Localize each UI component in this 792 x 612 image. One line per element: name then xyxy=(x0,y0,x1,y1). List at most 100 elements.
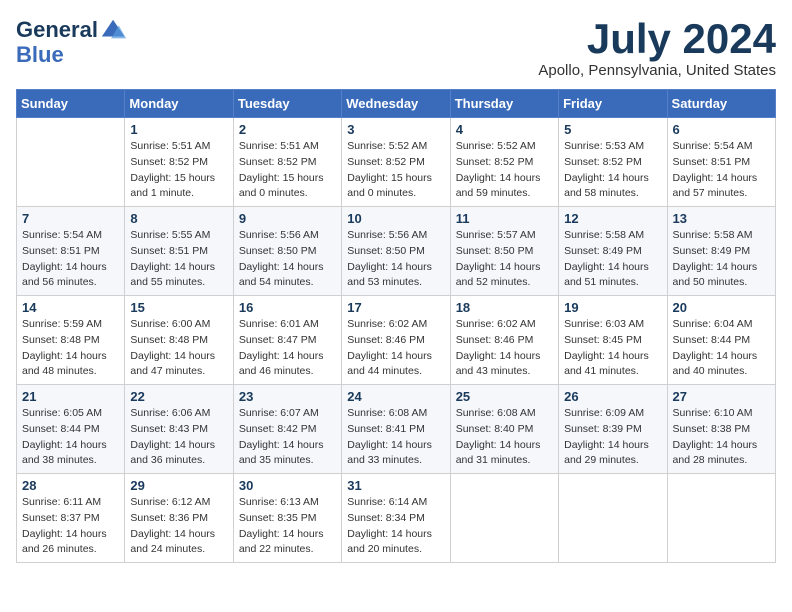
calendar-table: Sunday Monday Tuesday Wednesday Thursday… xyxy=(16,89,776,563)
day-number: 13 xyxy=(673,211,770,226)
days-header-row: Sunday Monday Tuesday Wednesday Thursday… xyxy=(17,90,776,118)
day-number: 12 xyxy=(564,211,661,226)
day-number: 1 xyxy=(130,122,227,137)
day-number: 15 xyxy=(130,300,227,315)
cell-info: Sunrise: 5:57 AMSunset: 8:50 PMDaylight:… xyxy=(456,228,553,291)
logo: General Blue xyxy=(16,16,128,68)
header-sunday: Sunday xyxy=(17,90,125,118)
day-number: 26 xyxy=(564,389,661,404)
table-row: 16 Sunrise: 6:01 AMSunset: 8:47 PMDayligh… xyxy=(233,296,341,385)
cell-info: Sunrise: 5:53 AMSunset: 8:52 PMDaylight:… xyxy=(564,139,661,202)
day-number: 7 xyxy=(22,211,119,226)
table-row: 17 Sunrise: 6:02 AMSunset: 8:46 PMDayligh… xyxy=(342,296,450,385)
day-number: 2 xyxy=(239,122,336,137)
table-row: 31Sunrise: 6:14 AMSunset: 8:34 PMDayligh… xyxy=(342,474,450,563)
table-row: 30 Sunrise: 6:13 AMSunset: 8:35 PMDayligh… xyxy=(233,474,341,563)
cell-info: Sunrise: 6:08 AMSunset: 8:41 PMDaylight:… xyxy=(347,406,444,469)
calendar-week-row: 1 Sunrise: 5:51 AMSunset: 8:52 PMDaylight… xyxy=(17,118,776,207)
table-row: 10 Sunrise: 5:56 AMSunset: 8:50 PMDayligh… xyxy=(342,207,450,296)
header-thursday: Thursday xyxy=(450,90,558,118)
table-row: 11 Sunrise: 5:57 AMSunset: 8:50 PMDayligh… xyxy=(450,207,558,296)
cell-info: Sunrise: 6:02 AMSunset: 8:46 PMDaylight:… xyxy=(347,317,444,380)
day-number: 10 xyxy=(347,211,444,226)
cell-info: Sunrise: 5:56 AMSunset: 8:50 PMDaylight:… xyxy=(347,228,444,291)
day-number: 14 xyxy=(22,300,119,315)
cell-info: Sunrise: 5:55 AMSunset: 8:51 PMDaylight:… xyxy=(130,228,227,291)
table-row: 1 Sunrise: 5:51 AMSunset: 8:52 PMDaylight… xyxy=(125,118,233,207)
table-row: 28Sunrise: 6:11 AMSunset: 8:37 PMDayligh… xyxy=(17,474,125,563)
cell-info: Sunrise: 6:07 AMSunset: 8:42 PMDaylight:… xyxy=(239,406,336,469)
day-number: 3 xyxy=(347,122,444,137)
header-wednesday: Wednesday xyxy=(342,90,450,118)
calendar-week-row: 7 Sunrise: 5:54 AMSunset: 8:51 PMDaylight… xyxy=(17,207,776,296)
cell-info: Sunrise: 6:06 AMSunset: 8:43 PMDaylight:… xyxy=(130,406,227,469)
cell-info: Sunrise: 6:00 AMSunset: 8:48 PMDaylight:… xyxy=(130,317,227,380)
day-number: 28 xyxy=(22,478,119,493)
table-row: 15 Sunrise: 6:00 AMSunset: 8:48 PMDayligh… xyxy=(125,296,233,385)
cell-info: Sunrise: 5:51 AMSunset: 8:52 PMDaylight:… xyxy=(239,139,336,202)
page-container: General Blue July 2024 Apollo, Pennsylva… xyxy=(16,16,776,563)
header-saturday: Saturday xyxy=(667,90,775,118)
header: General Blue July 2024 Apollo, Pennsylva… xyxy=(16,16,776,79)
table-row: 4 Sunrise: 5:52 AMSunset: 8:52 PMDaylight… xyxy=(450,118,558,207)
month-title: July 2024 xyxy=(538,16,776,62)
logo-text-blue: Blue xyxy=(16,42,128,68)
cell-info: Sunrise: 6:13 AMSunset: 8:35 PMDaylight:… xyxy=(239,495,336,558)
table-row: 2 Sunrise: 5:51 AMSunset: 8:52 PMDaylight… xyxy=(233,118,341,207)
day-number: 30 xyxy=(239,478,336,493)
day-number: 20 xyxy=(673,300,770,315)
cell-info: Sunrise: 6:09 AMSunset: 8:39 PMDaylight:… xyxy=(564,406,661,469)
table-row xyxy=(559,474,667,563)
table-row: 13Sunrise: 5:58 AMSunset: 8:49 PMDayligh… xyxy=(667,207,775,296)
day-number: 25 xyxy=(456,389,553,404)
cell-info: Sunrise: 6:01 AMSunset: 8:47 PMDaylight:… xyxy=(239,317,336,380)
day-number: 17 xyxy=(347,300,444,315)
cell-info: Sunrise: 6:04 AMSunset: 8:44 PMDaylight:… xyxy=(673,317,770,380)
day-number: 11 xyxy=(456,211,553,226)
table-row: 19Sunrise: 6:03 AMSunset: 8:45 PMDayligh… xyxy=(559,296,667,385)
day-number: 4 xyxy=(456,122,553,137)
cell-info: Sunrise: 5:52 AMSunset: 8:52 PMDaylight:… xyxy=(347,139,444,202)
table-row xyxy=(450,474,558,563)
cell-info: Sunrise: 6:02 AMSunset: 8:46 PMDaylight:… xyxy=(456,317,553,380)
cell-info: Sunrise: 6:05 AMSunset: 8:44 PMDaylight:… xyxy=(22,406,119,469)
day-number: 8 xyxy=(130,211,227,226)
logo-text-general: General xyxy=(16,18,98,42)
cell-info: Sunrise: 5:54 AMSunset: 8:51 PMDaylight:… xyxy=(673,139,770,202)
header-monday: Monday xyxy=(125,90,233,118)
table-row: 5Sunrise: 5:53 AMSunset: 8:52 PMDaylight… xyxy=(559,118,667,207)
table-row: 27Sunrise: 6:10 AMSunset: 8:38 PMDayligh… xyxy=(667,385,775,474)
calendar-week-row: 21Sunrise: 6:05 AMSunset: 8:44 PMDayligh… xyxy=(17,385,776,474)
cell-info: Sunrise: 5:58 AMSunset: 8:49 PMDaylight:… xyxy=(564,228,661,291)
table-row xyxy=(17,118,125,207)
cell-info: Sunrise: 6:12 AMSunset: 8:36 PMDaylight:… xyxy=(130,495,227,558)
table-row: 3 Sunrise: 5:52 AMSunset: 8:52 PMDaylight… xyxy=(342,118,450,207)
cell-info: Sunrise: 5:54 AMSunset: 8:51 PMDaylight:… xyxy=(22,228,119,291)
day-number: 9 xyxy=(239,211,336,226)
table-row: 7 Sunrise: 5:54 AMSunset: 8:51 PMDaylight… xyxy=(17,207,125,296)
table-row: 23 Sunrise: 6:07 AMSunset: 8:42 PMDayligh… xyxy=(233,385,341,474)
day-number: 16 xyxy=(239,300,336,315)
table-row: 9Sunrise: 5:56 AMSunset: 8:50 PMDaylight… xyxy=(233,207,341,296)
cell-info: Sunrise: 6:03 AMSunset: 8:45 PMDaylight:… xyxy=(564,317,661,380)
table-row: 12 Sunrise: 5:58 AMSunset: 8:49 PMDayligh… xyxy=(559,207,667,296)
table-row: 29Sunrise: 6:12 AMSunset: 8:36 PMDayligh… xyxy=(125,474,233,563)
logo-icon xyxy=(100,16,128,44)
title-area: July 2024 Apollo, Pennsylvania, United S… xyxy=(538,16,776,79)
cell-info: Sunrise: 6:10 AMSunset: 8:38 PMDaylight:… xyxy=(673,406,770,469)
day-number: 22 xyxy=(130,389,227,404)
calendar-week-row: 14 Sunrise: 5:59 AMSunset: 8:48 PMDayligh… xyxy=(17,296,776,385)
day-number: 18 xyxy=(456,300,553,315)
location-title: Apollo, Pennsylvania, United States xyxy=(538,62,776,79)
cell-info: Sunrise: 5:52 AMSunset: 8:52 PMDaylight:… xyxy=(456,139,553,202)
header-tuesday: Tuesday xyxy=(233,90,341,118)
day-number: 23 xyxy=(239,389,336,404)
calendar-week-row: 28Sunrise: 6:11 AMSunset: 8:37 PMDayligh… xyxy=(17,474,776,563)
table-row: 24Sunrise: 6:08 AMSunset: 8:41 PMDayligh… xyxy=(342,385,450,474)
table-row: 6 Sunrise: 5:54 AMSunset: 8:51 PMDaylight… xyxy=(667,118,775,207)
header-friday: Friday xyxy=(559,90,667,118)
cell-info: Sunrise: 5:59 AMSunset: 8:48 PMDaylight:… xyxy=(22,317,119,380)
cell-info: Sunrise: 6:08 AMSunset: 8:40 PMDaylight:… xyxy=(456,406,553,469)
day-number: 6 xyxy=(673,122,770,137)
cell-info: Sunrise: 5:51 AMSunset: 8:52 PMDaylight:… xyxy=(130,139,227,202)
